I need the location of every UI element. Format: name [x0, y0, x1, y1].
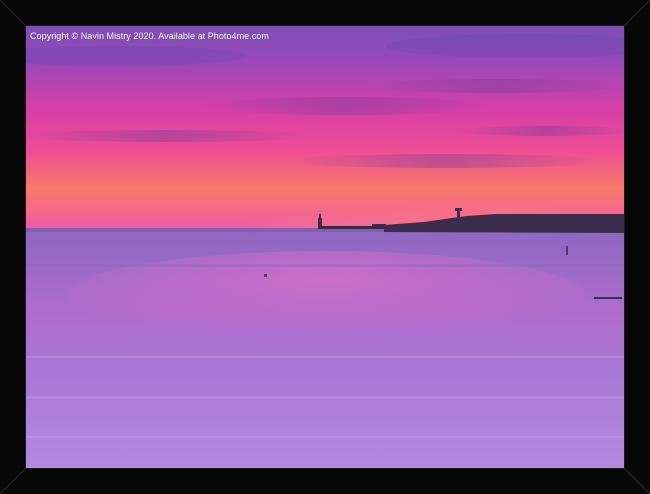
- copyright-watermark: Copyright © Navin Mistry 2020. Available…: [30, 31, 269, 41]
- picture-frame: Copyright © Navin Mistry 2020. Available…: [0, 0, 650, 494]
- seascape-image: [26, 26, 624, 468]
- marker-post: [566, 246, 568, 255]
- groyne: [594, 297, 622, 299]
- sunset-seascape-photo: [26, 26, 624, 468]
- tower-on-headland: [457, 210, 460, 222]
- buoy: [264, 274, 267, 277]
- lighthouse: [318, 218, 322, 228]
